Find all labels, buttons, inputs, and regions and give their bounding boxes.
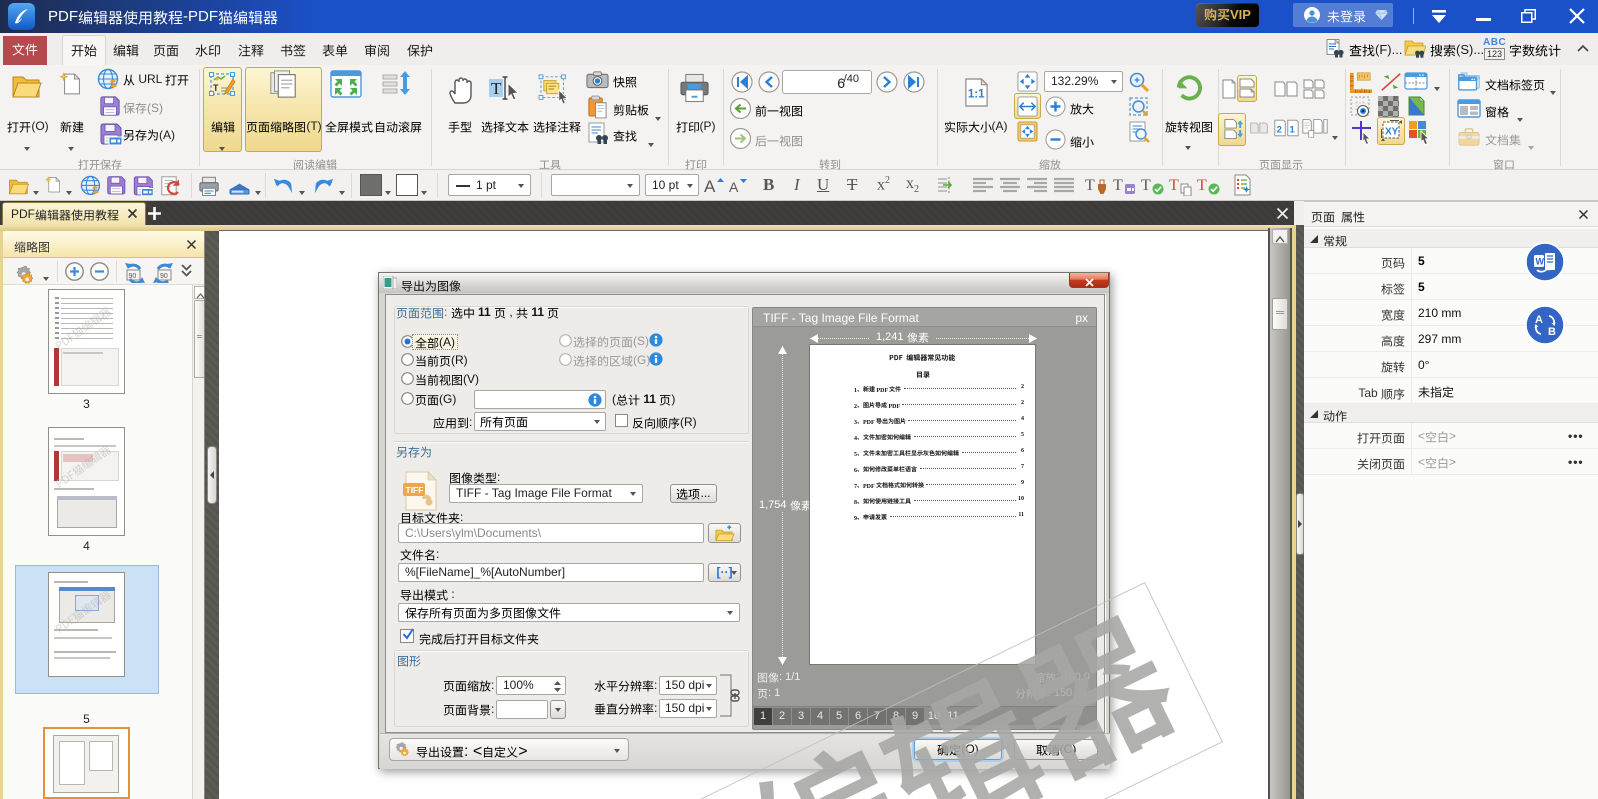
svg-text:T: T [1169, 177, 1179, 194]
svg-text:90: 90 [160, 273, 168, 280]
svg-text:TIFF: TIFF [406, 485, 424, 495]
svg-text:1: 1 [1290, 124, 1295, 135]
svg-text:T: T [1197, 177, 1207, 194]
svg-text:A: A [704, 177, 716, 195]
svg-text:T: T [1085, 177, 1095, 194]
svg-text:1:1: 1:1 [968, 88, 985, 100]
svg-text:A: A [1535, 314, 1543, 326]
svg-text:2: 2 [1277, 124, 1282, 135]
svg-text:T: T [213, 83, 219, 93]
svg-text:T: T [1113, 177, 1123, 194]
svg-text:90: 90 [129, 273, 137, 280]
svg-text:T: T [1141, 177, 1151, 194]
svg-text:XY: XY [1385, 127, 1399, 138]
svg-text:A: A [729, 179, 739, 195]
svg-text:T: T [491, 79, 502, 98]
svg-text:B: B [1548, 326, 1556, 338]
svg-text:W: W [1536, 257, 1545, 267]
